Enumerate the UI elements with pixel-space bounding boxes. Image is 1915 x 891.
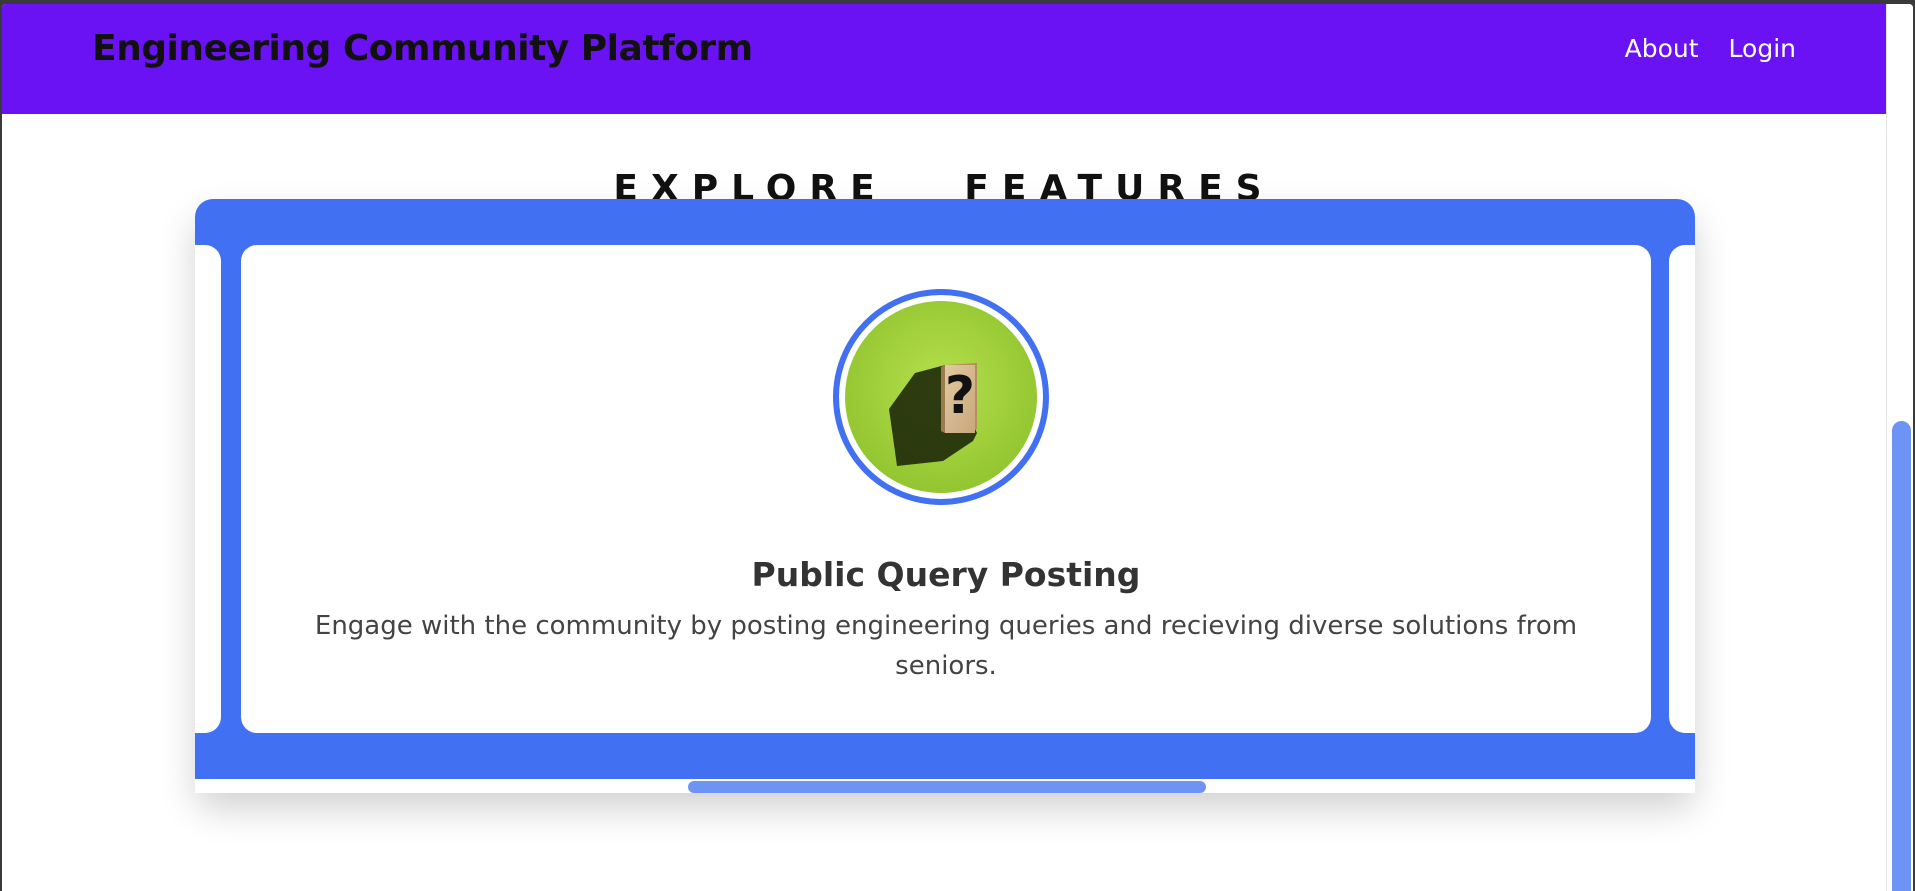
top-navbar: Engineering Community Platform About Log… — [2, 4, 1886, 114]
feature-carousel[interactable]: ? Public Query Posting Engage with the c… — [195, 199, 1695, 779]
feature-avatar-ring: ? — [833, 289, 1049, 505]
previous-card-peek[interactable] — [195, 245, 221, 733]
nav-login-link[interactable]: Login — [1729, 34, 1796, 63]
question-block-icon: ? — [845, 301, 1037, 493]
svg-text:?: ? — [945, 366, 975, 426]
nav-about-link[interactable]: About — [1625, 34, 1699, 63]
next-card-peek[interactable] — [1669, 245, 1695, 733]
brand-title[interactable]: Engineering Community Platform — [92, 28, 753, 69]
browser-viewport: Engineering Community Platform About Log… — [2, 4, 1913, 891]
feature-card: ? Public Query Posting Engage with the c… — [241, 245, 1651, 733]
nav-links: About Login — [1625, 34, 1796, 63]
carousel-scroll-thumb[interactable] — [688, 781, 1206, 793]
feature-card-title: Public Query Posting — [751, 555, 1141, 594]
page-scrollbar[interactable] — [1886, 4, 1913, 891]
page-scroll-thumb[interactable] — [1892, 421, 1911, 891]
feature-card-description: Engage with the community by posting eng… — [314, 611, 1578, 681]
